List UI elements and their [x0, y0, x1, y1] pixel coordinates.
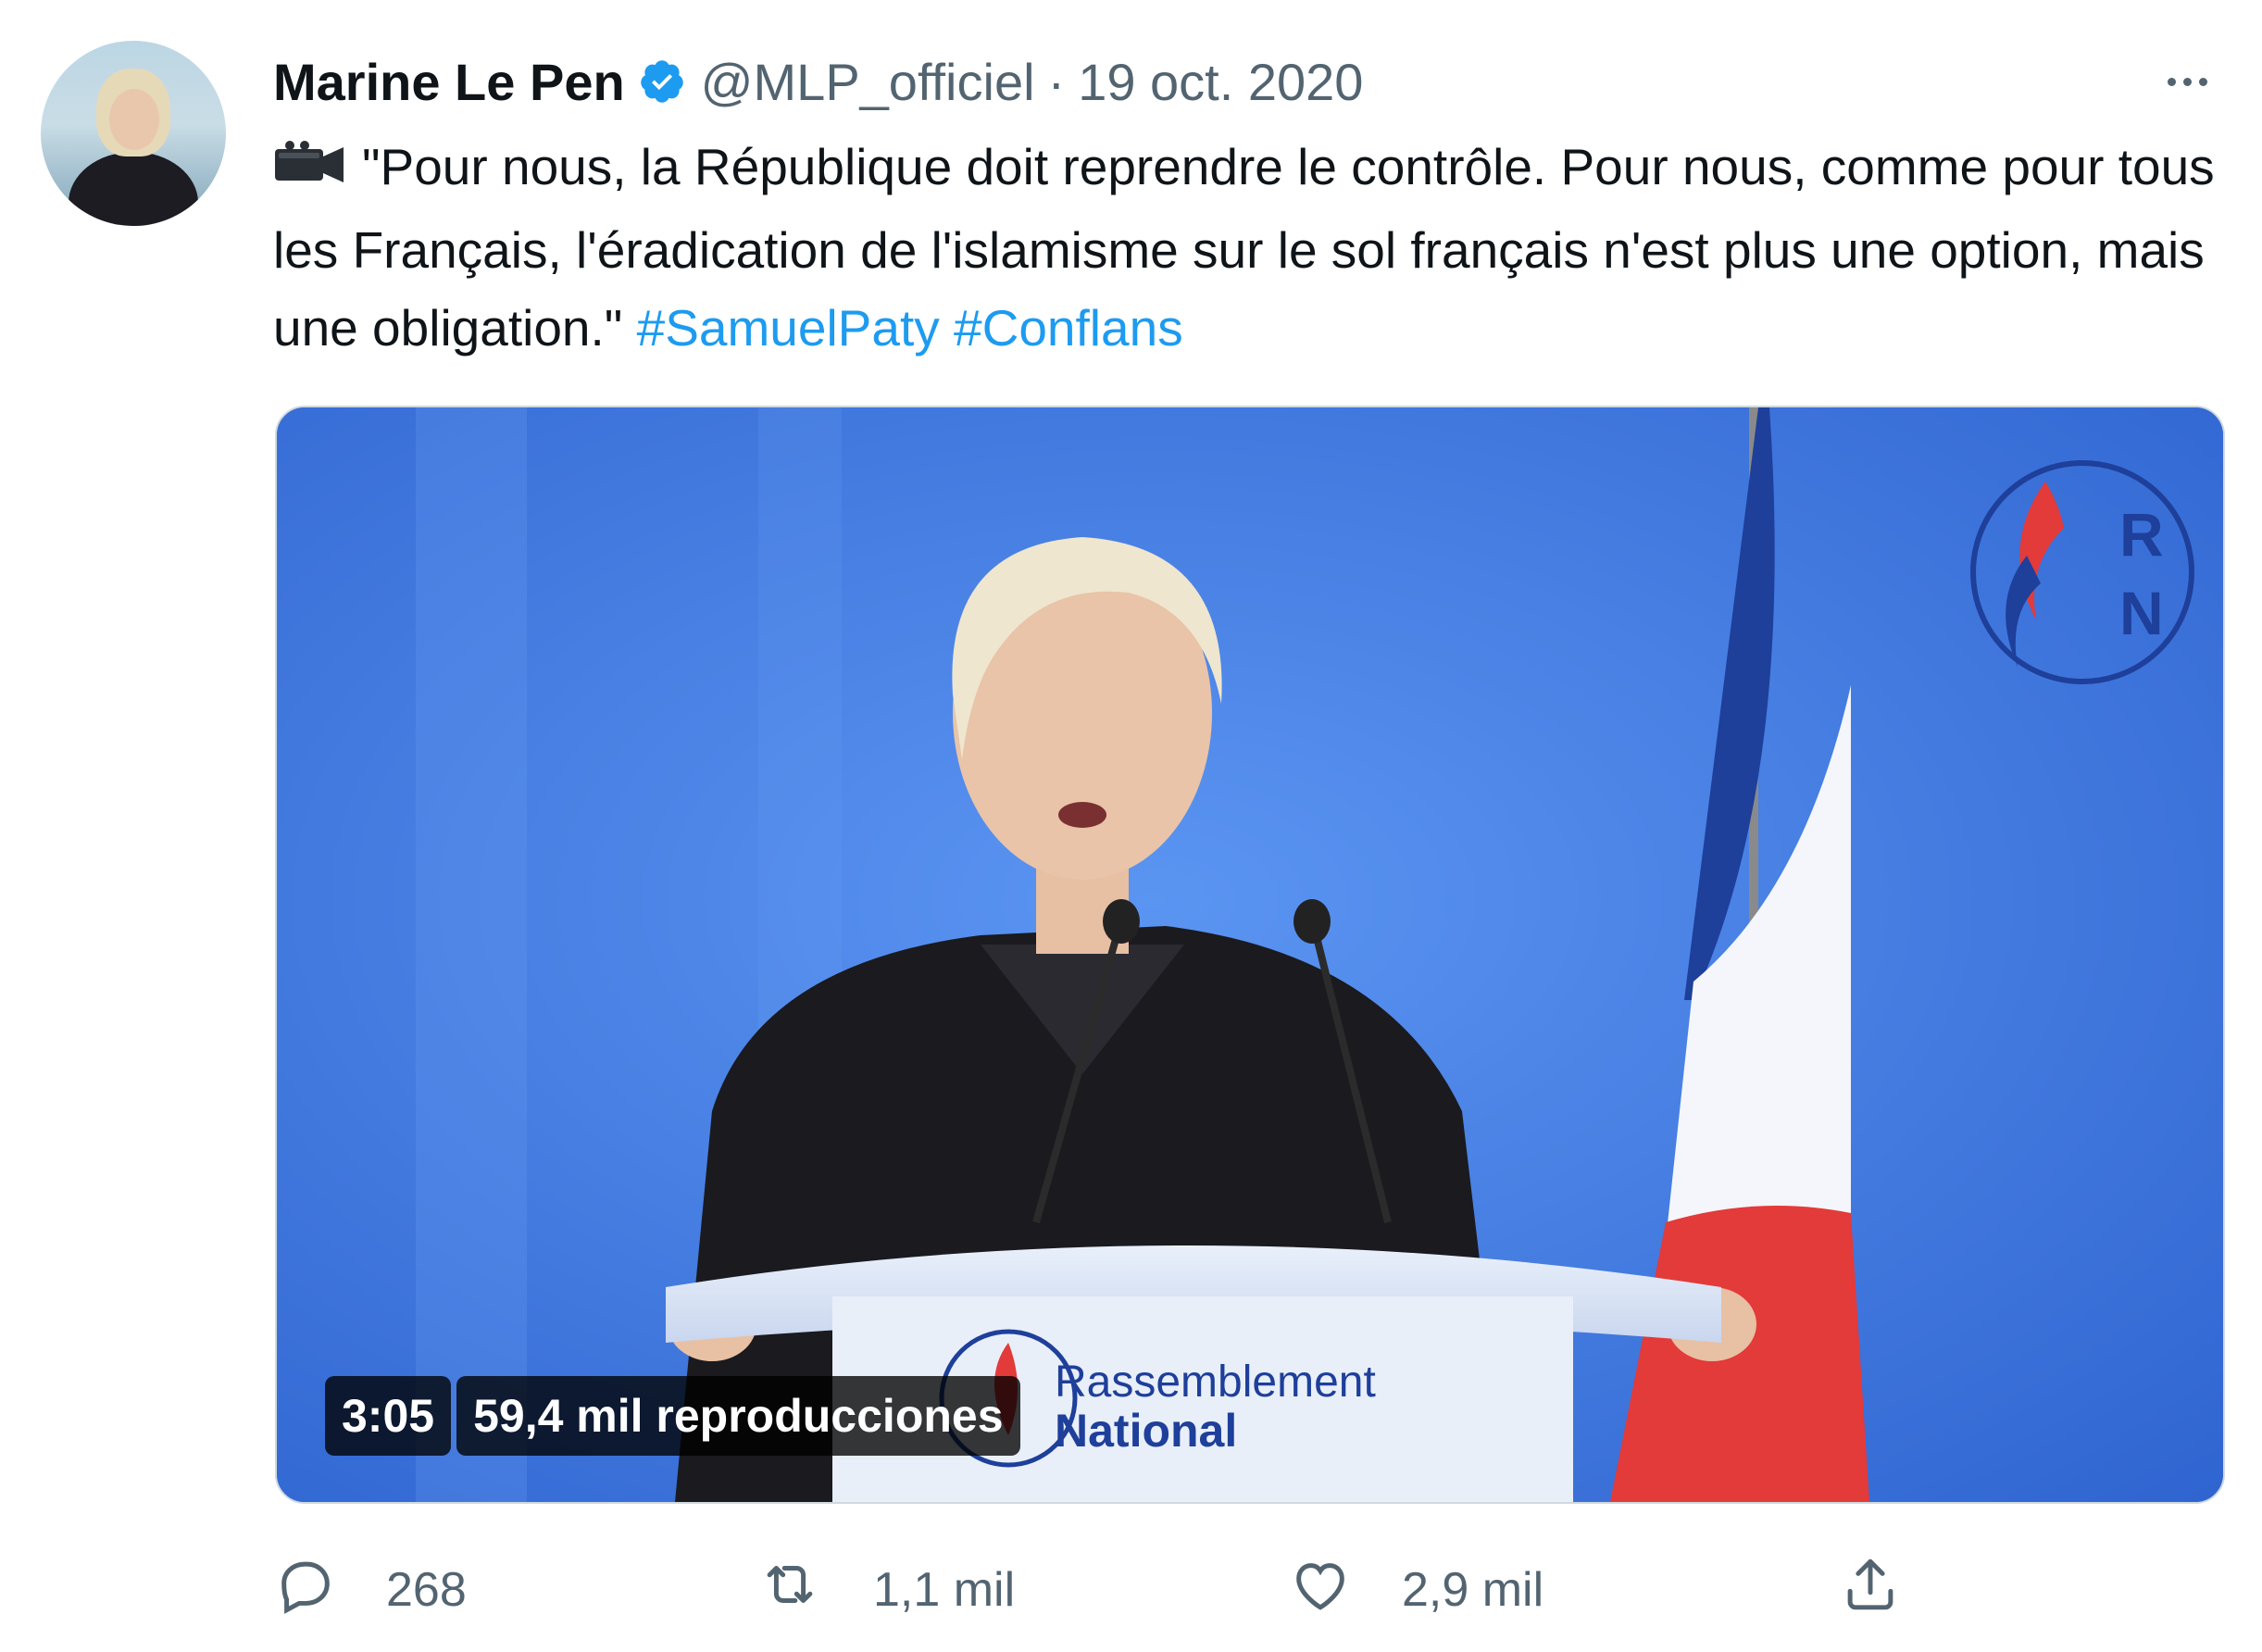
rn-logo-letter: R: [2119, 500, 2164, 569]
video-views: 59,4 mil reproducciones: [456, 1376, 1020, 1456]
avatar-face-shape: [109, 89, 159, 150]
reply-button[interactable]: 268: [273, 1548, 467, 1632]
avatar[interactable]: [41, 41, 226, 226]
share-button[interactable]: [1838, 1548, 1903, 1632]
share-icon: [1838, 1552, 1903, 1629]
action-bar: 268 1,1 mil 2,9 mil: [273, 1548, 2227, 1632]
hashtag-link[interactable]: #Conflans: [954, 299, 1183, 357]
retweet-count: 1,1 mil: [873, 1563, 1016, 1617]
more-dot: [2167, 77, 2176, 86]
tweet-card: Marine Le Pen @MLP_officiel · 19 oct. 20…: [0, 0, 2262, 1652]
reply-icon: [273, 1552, 338, 1629]
header-separator: ·: [1047, 52, 1066, 111]
video-camera-icon: [273, 133, 347, 211]
like-button[interactable]: 2,9 mil: [1287, 1548, 1543, 1632]
video-overlay: 3:05 59,4 mil reproducciones: [325, 1376, 1020, 1456]
like-count: 2,9 mil: [1402, 1563, 1544, 1617]
video-thumbnail: Rassemblement National R N: [277, 407, 2223, 1502]
like-icon: [1287, 1552, 1354, 1629]
author-handle[interactable]: @MLP_officiel: [701, 52, 1035, 112]
podium-text-line1: Rassemblement: [1055, 1358, 1376, 1407]
retweet-button[interactable]: 1,1 mil: [755, 1548, 1015, 1632]
verified-badge-icon: [638, 57, 686, 106]
rn-logo-letter: N: [2119, 579, 2164, 647]
video-duration: 3:05: [325, 1376, 452, 1456]
reply-count: 268: [386, 1563, 467, 1617]
avatar-body-shape: [69, 152, 198, 226]
more-dot: [2198, 77, 2207, 86]
more-options-icon[interactable]: [2150, 54, 2224, 109]
hashtag-link[interactable]: #SamuelPaty: [637, 299, 940, 357]
tweet-text: "Pour nous, la République doit reprendre…: [273, 128, 2236, 367]
podium-text-line2: National: [1055, 1405, 1237, 1457]
tweet-date[interactable]: 19 oct. 2020: [1078, 52, 1363, 112]
more-dot: [2182, 77, 2192, 86]
author-name[interactable]: Marine Le Pen: [273, 52, 625, 112]
tweet-header: Marine Le Pen @MLP_officiel · 19 oct. 20…: [273, 44, 1363, 119]
tweet-body: "Pour nous, la République doit reprendre…: [273, 138, 2215, 357]
retweet-icon: [755, 1552, 825, 1629]
video-player[interactable]: Rassemblement National R N 3:05 59,4 mil…: [275, 406, 2225, 1504]
